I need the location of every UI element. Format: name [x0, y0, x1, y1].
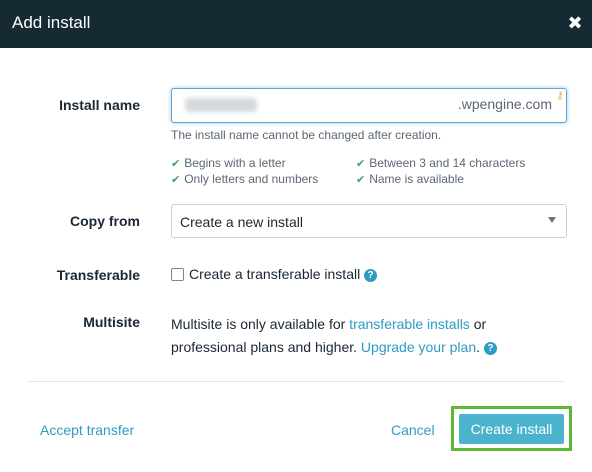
rule-item: ✔ Only letters and numbers — [171, 172, 318, 186]
dialog-title: Add install — [12, 13, 91, 32]
copy-from-select[interactable]: Create a new install — [171, 204, 567, 238]
install-name-input[interactable]: .wpengine.com ⚷ — [171, 88, 567, 123]
install-name-help: The install name cannot be changed after… — [171, 128, 442, 142]
transferable-checkbox-row[interactable]: Create a transferable install ? — [189, 266, 378, 282]
rule-item: ✔ Begins with a letter — [171, 156, 286, 170]
transferable-checkbox[interactable] — [171, 268, 184, 281]
question-circle-icon[interactable]: ? — [364, 269, 378, 282]
rule-label: Begins with a letter — [184, 156, 286, 170]
check-icon: ✔ — [356, 158, 366, 170]
key-icon: ⚷ — [555, 90, 564, 102]
rule-label: Only letters and numbers — [184, 172, 319, 186]
copy-from-label: Copy from — [70, 213, 140, 229]
accept-transfer-link[interactable]: Accept transfer — [40, 422, 134, 438]
copy-from-value: Create a new install — [180, 214, 303, 230]
check-icon: ✔ — [171, 158, 181, 170]
multisite-text: . — [476, 339, 480, 355]
close-icon[interactable]: ✖ — [565, 13, 585, 33]
multisite-label: Multisite — [83, 314, 140, 330]
footer-divider — [27, 381, 565, 382]
chevron-down-icon — [548, 217, 556, 223]
rule-label: Between 3 and 14 characters — [369, 156, 526, 170]
transferable-label: Transferable — [56, 267, 140, 283]
check-icon: ✔ — [171, 174, 181, 186]
upgrade-plan-link[interactable]: Upgrade your plan — [361, 339, 476, 355]
question-circle-icon[interactable]: ? — [483, 342, 497, 355]
multisite-text: Multisite is only available for — [171, 316, 350, 332]
check-icon: ✔ — [356, 174, 366, 186]
transferable-checkbox-label[interactable]: Create a transferable install — [189, 266, 360, 282]
domain-suffix: .wpengine.com — [457, 96, 552, 112]
install-name-value — [185, 98, 257, 112]
multisite-info: Multisite is only available for transfer… — [171, 313, 551, 359]
cancel-button[interactable]: Cancel — [391, 422, 435, 438]
transferable-installs-link[interactable]: transferable installs — [349, 316, 470, 332]
create-install-button[interactable]: Create install — [459, 414, 564, 444]
rule-item: ✔ Between 3 and 14 characters — [356, 156, 525, 170]
rule-label: Name is available — [369, 172, 464, 186]
dialog-header: Add install ✖ — [0, 0, 592, 48]
rule-item: ✔ Name is available — [356, 172, 464, 186]
install-name-label: Install name — [59, 97, 140, 113]
